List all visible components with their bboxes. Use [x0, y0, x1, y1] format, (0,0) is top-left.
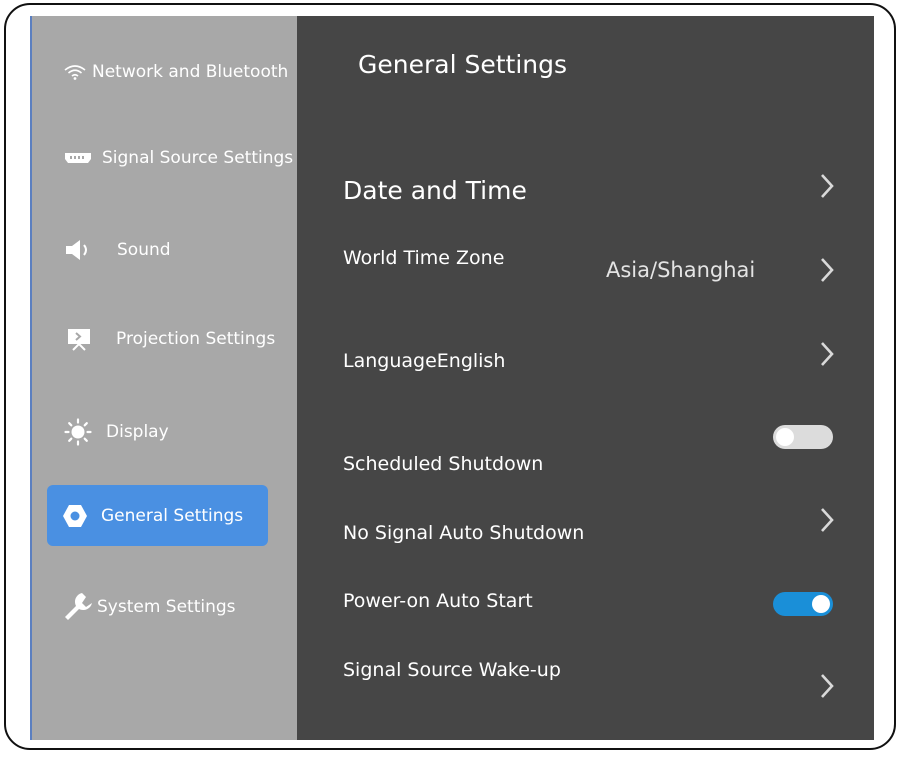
projection-screen-icon: [65, 327, 93, 351]
toggle-knob: [812, 595, 830, 613]
chevron-right-icon[interactable]: [815, 172, 839, 200]
sidebar-item-network-bluetooth[interactable]: Network and Bluetooth: [62, 62, 288, 82]
world-time-zone-label[interactable]: World Time Zone: [343, 247, 504, 269]
brightness-icon: [64, 418, 92, 446]
scheduled-shutdown-toggle[interactable]: [773, 425, 833, 449]
sidebar-item-label: General Settings: [101, 505, 244, 526]
speaker-icon: [63, 239, 95, 261]
settings-screen: Network and Bluetooth Signal Source Sett…: [30, 16, 874, 740]
date-time-label[interactable]: Date and Time: [343, 176, 527, 205]
chevron-right-icon[interactable]: [815, 506, 839, 534]
signal-source-wake-up-label[interactable]: Signal Source Wake-up: [343, 659, 561, 681]
sidebar-item-label: Signal Source Settings: [102, 148, 294, 168]
sidebar-item-label: Network and Bluetooth: [92, 62, 289, 82]
chevron-right-icon[interactable]: [815, 256, 839, 284]
sidebar-item-label: Display: [106, 422, 169, 442]
sidebar: Network and Bluetooth Signal Source Sett…: [30, 16, 297, 740]
sidebar-item-projection[interactable]: Projection Settings: [65, 327, 275, 351]
no-signal-auto-shutdown-label[interactable]: No Signal Auto Shutdown: [343, 522, 584, 544]
hexagon-gear-icon: [61, 504, 89, 528]
sidebar-item-signal-source[interactable]: Signal Source Settings: [62, 148, 293, 168]
chevron-right-icon[interactable]: [815, 340, 839, 368]
sidebar-item-sound[interactable]: Sound: [63, 239, 171, 261]
power-on-auto-start-toggle[interactable]: [773, 592, 833, 616]
page-title: General Settings: [358, 50, 568, 79]
sidebar-item-label: System Settings: [97, 597, 236, 617]
language-label[interactable]: LanguageEnglish: [343, 350, 505, 372]
scheduled-shutdown-label[interactable]: Scheduled Shutdown: [343, 453, 543, 475]
chevron-right-icon[interactable]: [815, 672, 839, 700]
power-on-auto-start-label[interactable]: Power-on Auto Start: [343, 590, 533, 612]
toggle-knob: [776, 428, 794, 446]
general-settings-panel: General Settings Date and Time World Tim…: [297, 16, 874, 740]
sidebar-item-display[interactable]: Display: [64, 418, 169, 446]
time-zone-value: Asia/Shanghai: [606, 258, 756, 282]
hdmi-port-icon: [62, 152, 94, 164]
sidebar-item-system-settings[interactable]: System Settings: [62, 592, 236, 622]
sidebar-item-general-settings[interactable]: General Settings: [47, 485, 268, 546]
wifi-icon: [62, 64, 88, 80]
sidebar-item-label: Sound: [117, 240, 171, 260]
sidebar-item-label: Projection Settings: [116, 329, 276, 349]
wrench-icon: [62, 592, 94, 622]
